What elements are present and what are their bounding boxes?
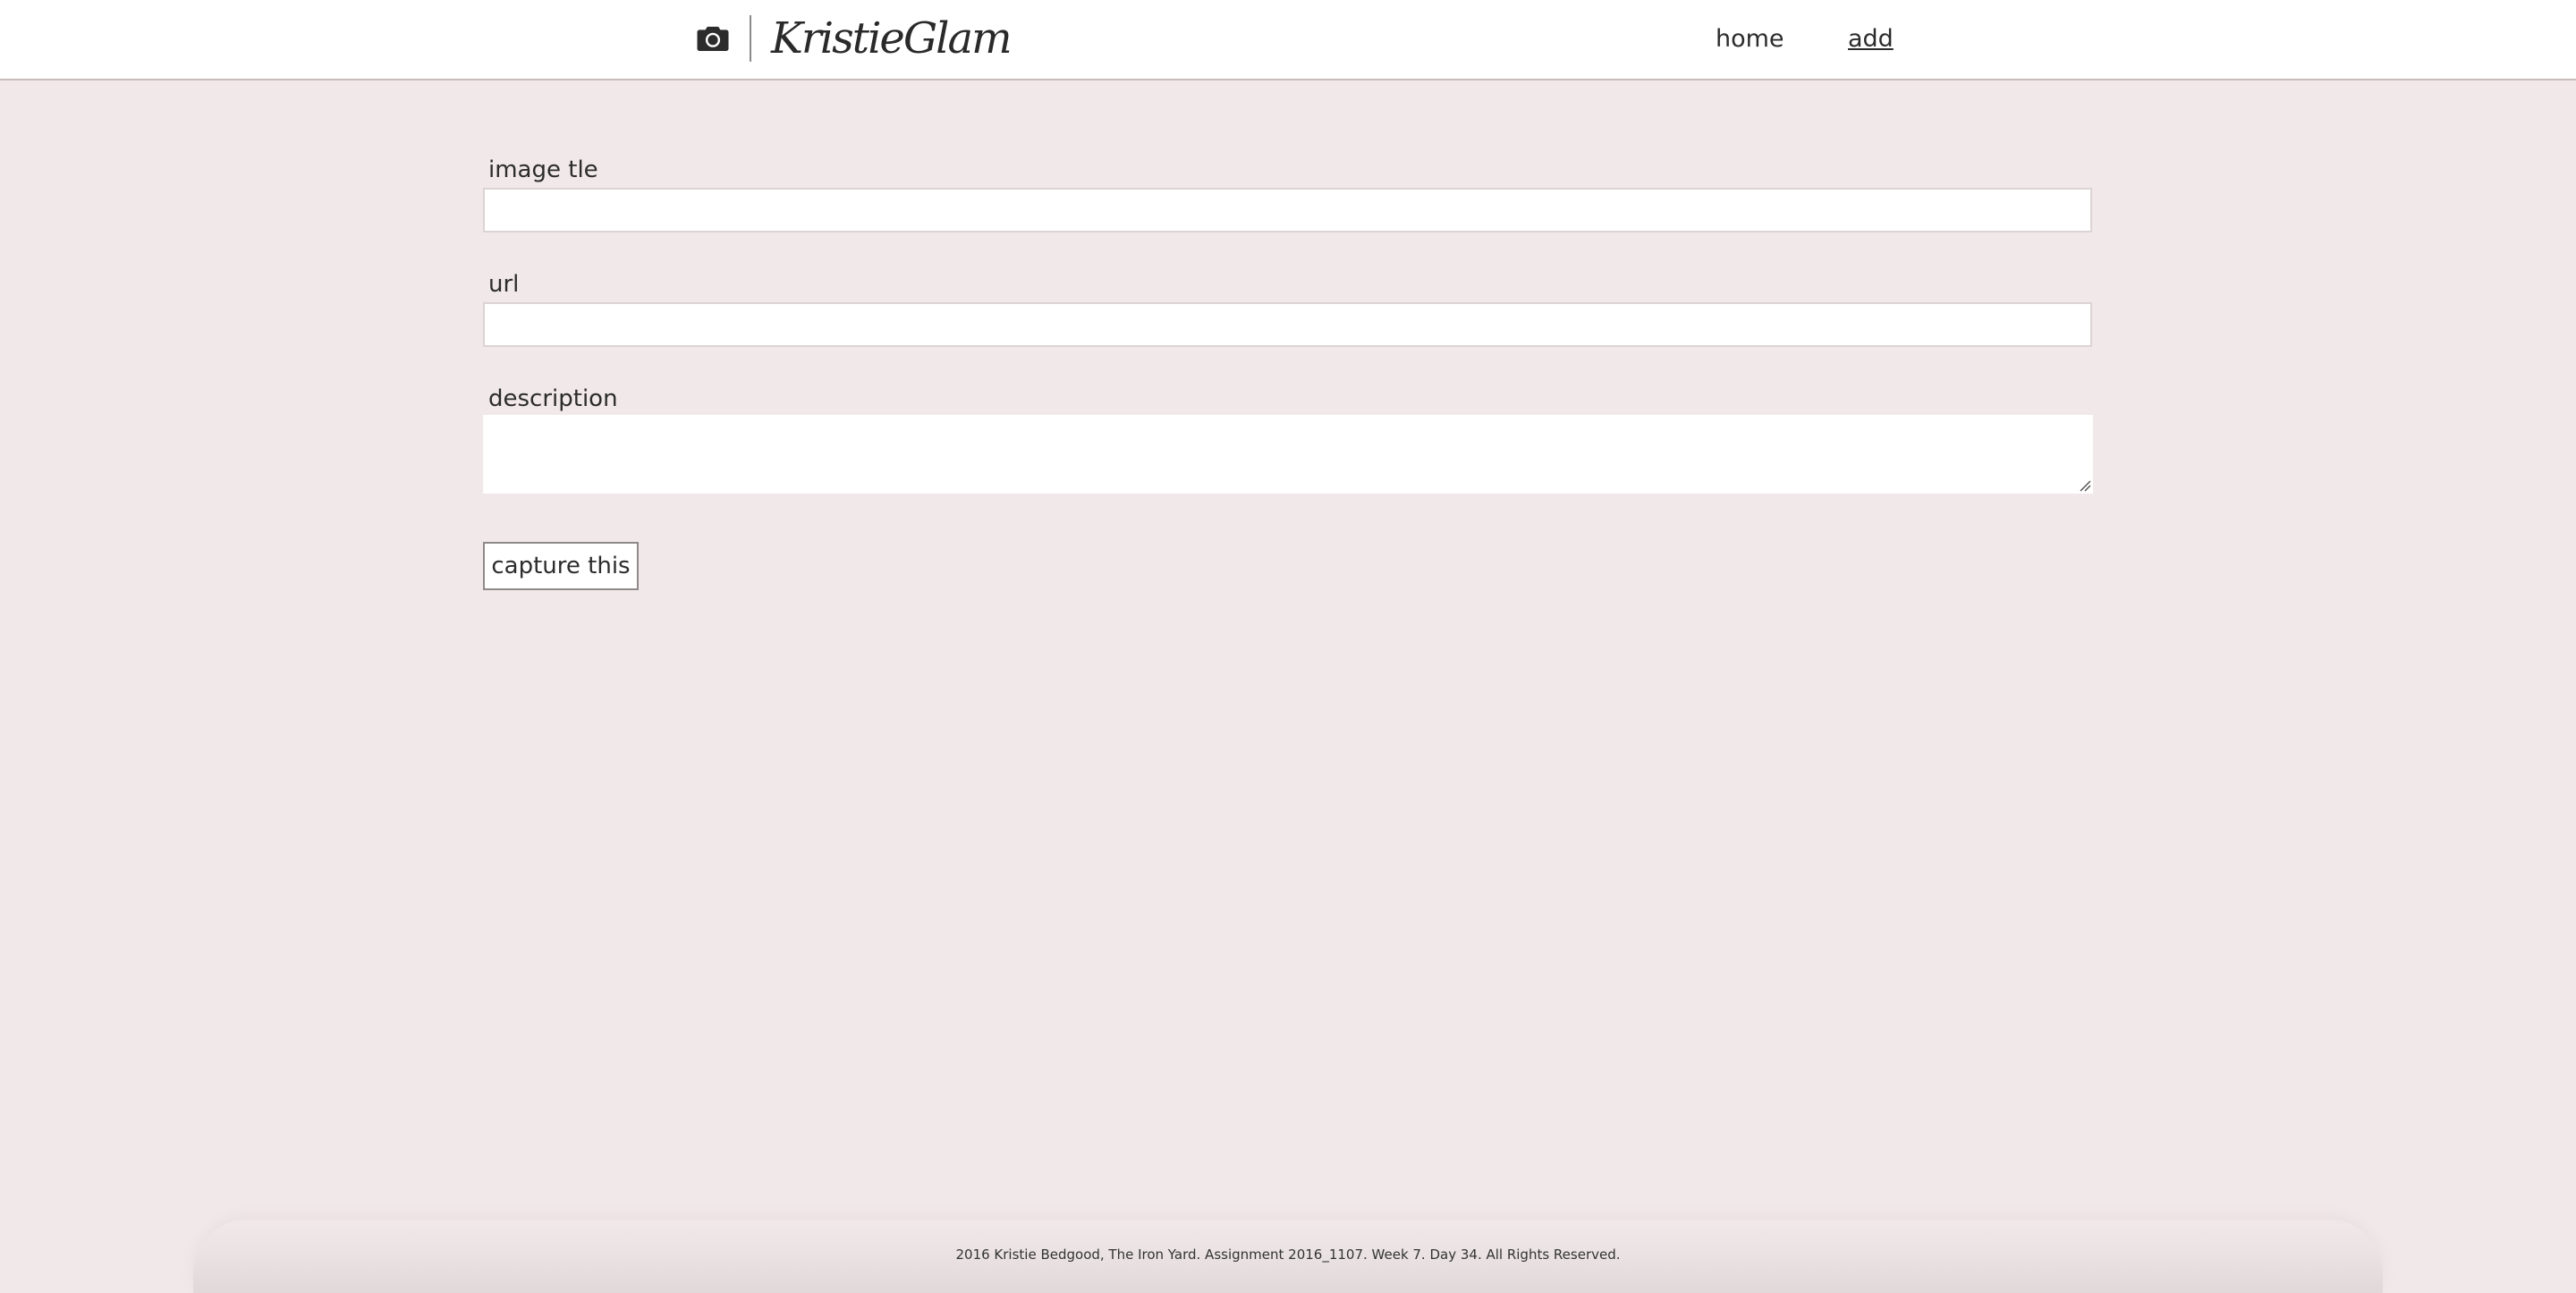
url-label: url xyxy=(488,271,520,298)
nav-add-link[interactable]: add xyxy=(1848,23,1894,55)
image-title-input[interactable] xyxy=(483,188,2092,232)
brand-name: KristieGlam xyxy=(771,13,1013,63)
url-input[interactable] xyxy=(483,302,2092,347)
resize-handle-icon[interactable] xyxy=(2079,479,2091,492)
image-title-label: image tle xyxy=(488,156,598,183)
logo[interactable]: KristieGlam xyxy=(694,13,1013,64)
description-label: description xyxy=(488,385,618,412)
description-textarea[interactable] xyxy=(483,415,2093,494)
description-wrapper xyxy=(483,415,2093,494)
nav-home-link[interactable]: home xyxy=(1716,23,1784,55)
site-header: KristieGlam home add xyxy=(0,0,2576,80)
site-footer: 2016 Kristie Bedgood, The Iron Yard. Ass… xyxy=(193,1220,2383,1293)
capture-this-button[interactable]: capture this xyxy=(483,542,639,590)
footer-copyright: 2016 Kristie Bedgood, The Iron Yard. Ass… xyxy=(955,1247,1621,1263)
logo-divider xyxy=(750,15,751,62)
camera-icon xyxy=(697,26,729,51)
